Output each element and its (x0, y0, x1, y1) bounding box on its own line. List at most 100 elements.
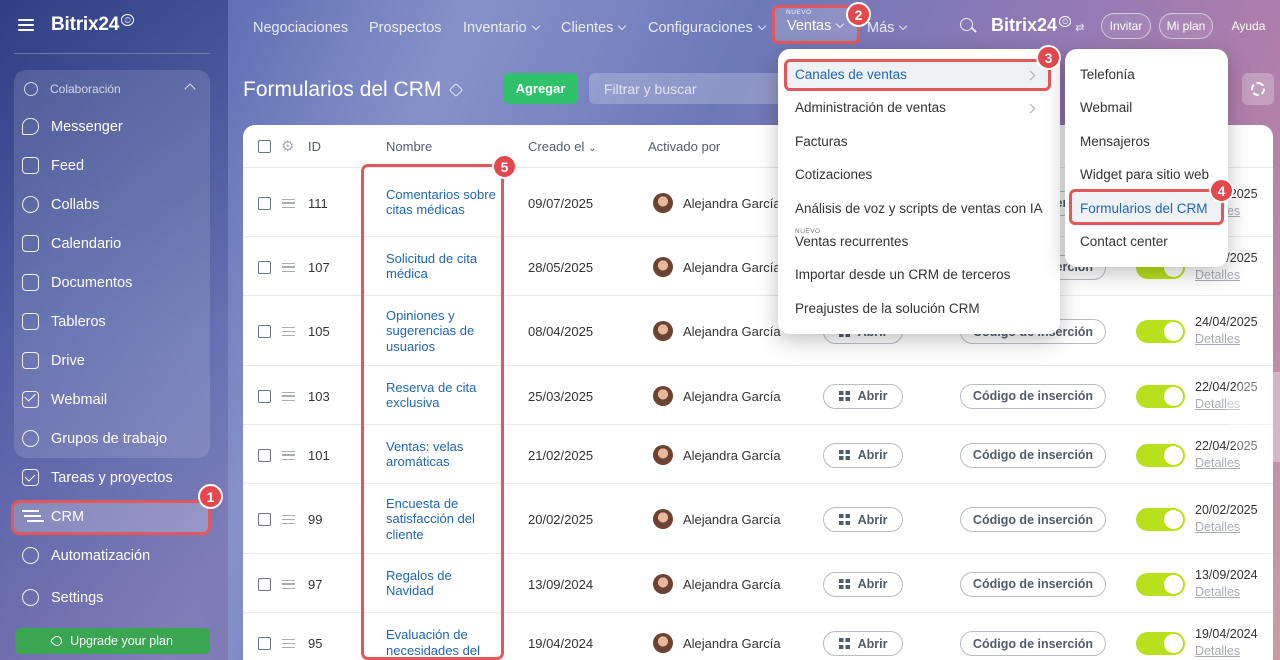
row-activated-by[interactable]: Alejandra García (683, 324, 781, 339)
sidebar-item-messenger[interactable]: Messenger (22, 118, 123, 135)
menu-item-analisis[interactable]: Análisis de voz y scripts de ventas con … (795, 201, 1043, 216)
avatar[interactable] (653, 385, 673, 406)
menu-item-canales[interactable]: Canales de ventas (795, 67, 907, 82)
filter-search-input[interactable]: Filtrar y buscar (589, 73, 789, 104)
menu-icon[interactable] (18, 19, 34, 31)
avatar[interactable] (653, 192, 673, 213)
submenu-item-formularios[interactable]: Formularios del CRM (1080, 201, 1208, 216)
avatar[interactable] (653, 444, 673, 465)
collaboration-group-header[interactable]: Colaboración (24, 82, 202, 96)
submenu-item-webmail[interactable]: Webmail (1080, 100, 1132, 115)
topnav-configuraciones[interactable]: Configuraciones (648, 18, 767, 38)
submenu-item-telefonia[interactable]: Telefonía (1080, 67, 1135, 82)
details-link[interactable]: Detalles (1195, 456, 1240, 470)
column-activated[interactable]: Activado por (648, 139, 720, 154)
row-activated-by[interactable]: Alejandra García (683, 636, 781, 651)
sidebar-item-collabs[interactable]: Collabs (22, 196, 99, 213)
row-checkbox[interactable] (258, 196, 271, 210)
active-toggle[interactable] (1136, 384, 1185, 408)
avatar[interactable] (653, 633, 673, 653)
embed-code-button[interactable]: Código de inserción (960, 442, 1106, 468)
details-link[interactable]: Detalles (1195, 332, 1240, 346)
topnav-ventas[interactable]: Ventas (787, 18, 845, 34)
topnav-prospectos[interactable]: Prospectos (369, 18, 442, 38)
column-created[interactable]: Creado el ⌄ (528, 139, 596, 154)
row-checkbox[interactable] (258, 448, 271, 462)
row-checkbox[interactable] (258, 260, 271, 274)
help-button[interactable]: Ayuda (1221, 13, 1276, 39)
column-name[interactable]: Nombre (386, 139, 432, 154)
column-id[interactable]: ID (308, 139, 321, 154)
chevron-up-icon[interactable] (184, 83, 196, 95)
open-button[interactable]: Abrir (823, 383, 903, 409)
row-activated-by[interactable]: Alejandra García (683, 260, 781, 275)
active-toggle[interactable] (1136, 632, 1185, 655)
active-toggle[interactable] (1136, 508, 1185, 531)
drag-handle-icon[interactable] (282, 450, 295, 460)
details-link[interactable]: Detalles (1195, 644, 1240, 658)
settings-button[interactable] (1242, 73, 1274, 105)
submenu-item-widget[interactable]: Widget para sitio web (1080, 167, 1209, 182)
row-activated-by[interactable]: Alejandra García (683, 577, 781, 592)
submenu-item-contact-center[interactable]: Contact center (1080, 234, 1168, 249)
topnav-negociaciones[interactable]: Negociaciones (253, 18, 348, 38)
select-all-checkbox[interactable] (258, 140, 271, 153)
drag-handle-icon[interactable] (282, 327, 295, 336)
pin-icon[interactable] (449, 83, 464, 98)
sidebar-item-grupos[interactable]: Grupos de trabajo (22, 430, 167, 447)
upgrade-plan-button[interactable]: Upgrade your plan (15, 628, 210, 654)
my-plan-button[interactable]: Mi plan (1159, 13, 1213, 39)
menu-item-recurrentes[interactable]: Ventas recurrentes (795, 234, 908, 249)
sidebar-item-documentos[interactable]: Documentos (22, 274, 132, 291)
invite-button[interactable]: Invitar (1101, 13, 1151, 39)
drag-handle-icon[interactable] (282, 391, 295, 401)
sidebar-item-tareas[interactable]: Tareas y proyectos (22, 469, 173, 486)
menu-item-administracion[interactable]: Administración de ventas (795, 100, 946, 115)
embed-code-button[interactable]: Código de inserción (960, 631, 1106, 656)
topnav-mas[interactable]: Más (867, 18, 908, 38)
header-brand[interactable]: Bitrix24 ⏲⇄ (991, 15, 1085, 36)
open-button[interactable]: Abrir (823, 571, 903, 597)
menu-item-preajustes[interactable]: Preajustes de la solución CRM (795, 301, 980, 316)
drag-handle-icon[interactable] (282, 579, 295, 589)
row-checkbox[interactable] (258, 637, 271, 650)
column-settings-icon[interactable]: ⚙ (281, 137, 294, 155)
sidebar-item-automatizacion[interactable]: Automatización (22, 547, 150, 564)
menu-item-facturas[interactable]: Facturas (795, 134, 848, 149)
row-checkbox[interactable] (258, 389, 271, 403)
active-toggle[interactable] (1136, 443, 1185, 467)
menu-item-importar[interactable]: Importar desde un CRM de terceros (795, 267, 1010, 282)
details-link[interactable]: Detalles (1195, 520, 1240, 534)
avatar[interactable] (653, 573, 673, 594)
drag-handle-icon[interactable] (282, 262, 295, 272)
sidebar-item-calendario[interactable]: Calendario (22, 235, 121, 252)
embed-code-button[interactable]: Código de inserción (960, 383, 1106, 409)
active-toggle[interactable] (1136, 320, 1185, 343)
topnav-clientes[interactable]: Clientes (561, 18, 627, 38)
avatar[interactable] (653, 256, 673, 277)
open-button[interactable]: Abrir (823, 631, 903, 656)
open-button[interactable]: Abrir (823, 507, 903, 532)
menu-item-cotizaciones[interactable]: Cotizaciones (795, 167, 872, 182)
search-icon[interactable] (960, 18, 973, 31)
embed-code-button[interactable]: Código de inserción (960, 571, 1106, 597)
row-activated-by[interactable]: Alejandra García (683, 389, 781, 404)
add-button[interactable]: Agregar (503, 73, 578, 104)
sidebar-item-settings[interactable]: Settings (22, 589, 103, 606)
drag-handle-icon[interactable] (282, 515, 295, 524)
open-button[interactable]: Abrir (823, 442, 903, 468)
topnav-inventario[interactable]: Inventario (463, 18, 540, 38)
row-activated-by[interactable]: Alejandra García (683, 448, 781, 463)
sidebar-item-crm[interactable]: CRM (22, 508, 84, 525)
drag-handle-icon[interactable] (282, 639, 295, 648)
avatar[interactable] (653, 509, 673, 529)
row-activated-by[interactable]: Alejandra García (683, 196, 781, 211)
sidebar-logo[interactable]: Bitrix24 ⏲ (18, 13, 134, 36)
details-link[interactable]: Detalles (1195, 585, 1240, 599)
sidebar-item-webmail[interactable]: Webmail (22, 391, 107, 408)
row-checkbox[interactable] (258, 513, 271, 526)
details-link[interactable]: Detalles (1195, 268, 1240, 282)
avatar[interactable] (653, 321, 673, 341)
row-checkbox[interactable] (258, 577, 271, 591)
row-activated-by[interactable]: Alejandra García (683, 512, 781, 527)
